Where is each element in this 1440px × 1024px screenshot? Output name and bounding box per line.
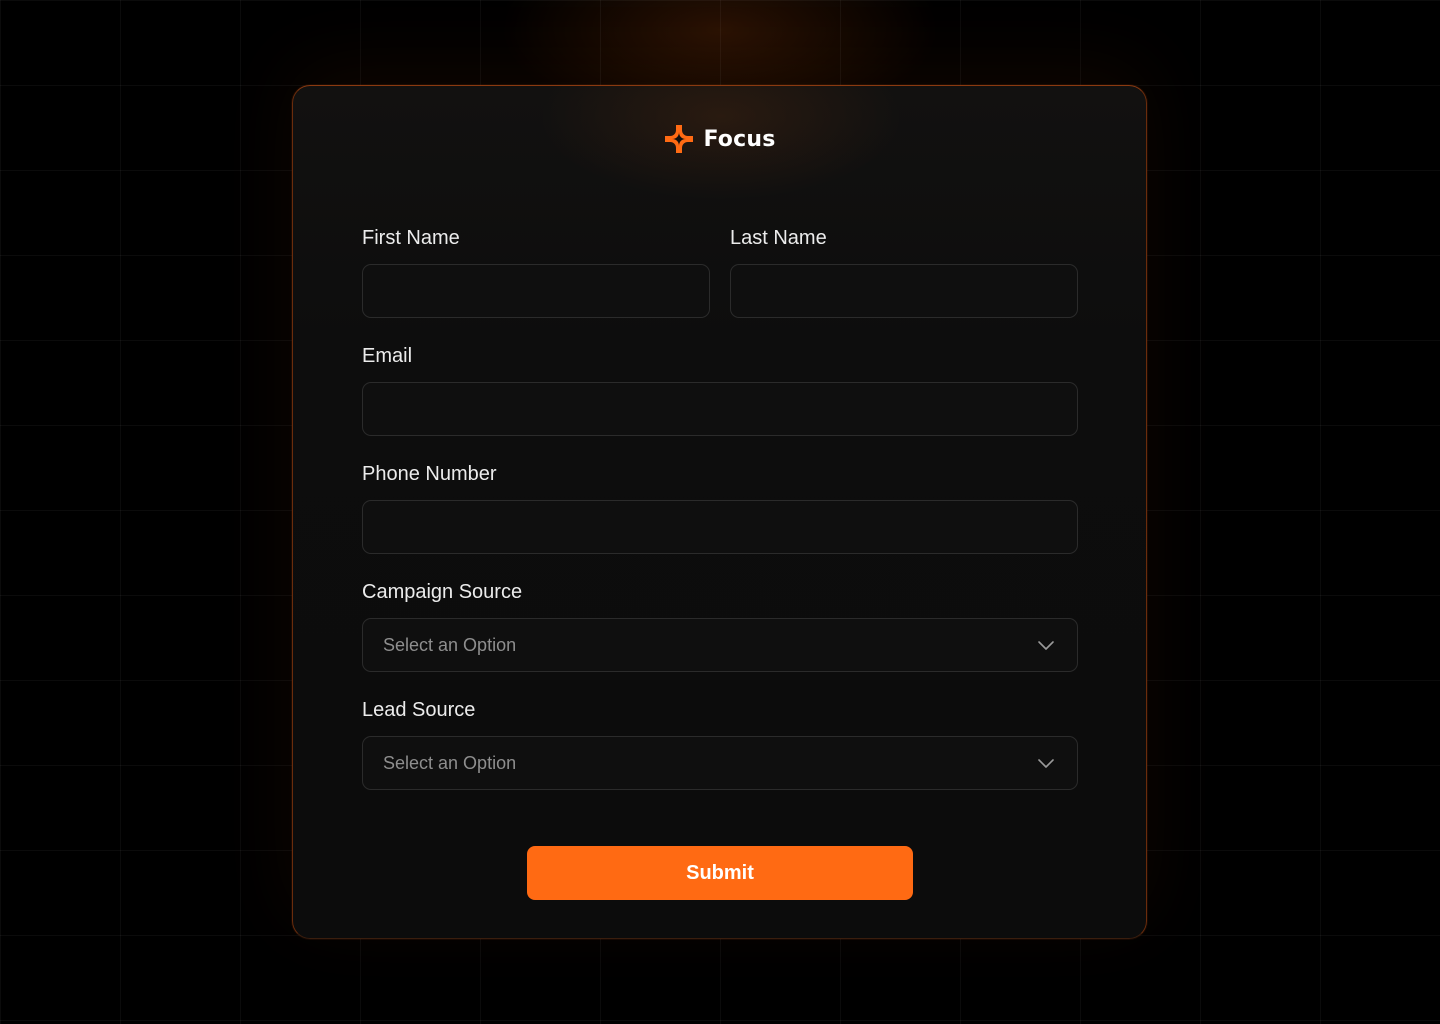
page-background: Focus First Name Last Name Email Phone N… xyxy=(0,0,1440,1024)
email-label: Email xyxy=(362,345,413,367)
lead-source-label: Lead Source xyxy=(362,699,476,721)
four-point-star-icon xyxy=(665,125,694,153)
phone-label: Phone Number xyxy=(362,463,497,485)
lead-source-value: Select an Option xyxy=(383,752,517,773)
brand-name: Focus xyxy=(703,126,776,152)
lead-source-field: Lead Source Select an Option xyxy=(362,696,1078,791)
first-name-field: First Name xyxy=(362,224,710,319)
campaign-source-value: Select an Option xyxy=(383,634,517,655)
first-name-input[interactable] xyxy=(362,264,710,318)
chevron-down-icon xyxy=(1038,641,1054,650)
email-field: Email xyxy=(362,342,1078,437)
campaign-source-select[interactable]: Select an Option xyxy=(362,618,1078,672)
chevron-down-icon xyxy=(1038,759,1054,768)
last-name-field: Last Name xyxy=(730,224,1078,319)
email-input[interactable] xyxy=(362,382,1078,436)
brand-logo: Focus xyxy=(293,123,1146,155)
phone-field: Phone Number xyxy=(362,460,1078,555)
lead-form-card: Focus First Name Last Name Email Phone N… xyxy=(292,85,1147,939)
last-name-label: Last Name xyxy=(730,227,827,249)
phone-input[interactable] xyxy=(362,500,1078,554)
last-name-input[interactable] xyxy=(730,264,1078,318)
lead-source-select[interactable]: Select an Option xyxy=(362,736,1078,790)
first-name-label: First Name xyxy=(362,227,460,249)
campaign-source-field: Campaign Source Select an Option xyxy=(362,578,1078,673)
campaign-source-label: Campaign Source xyxy=(362,581,523,603)
submit-button[interactable]: Submit xyxy=(527,846,913,900)
